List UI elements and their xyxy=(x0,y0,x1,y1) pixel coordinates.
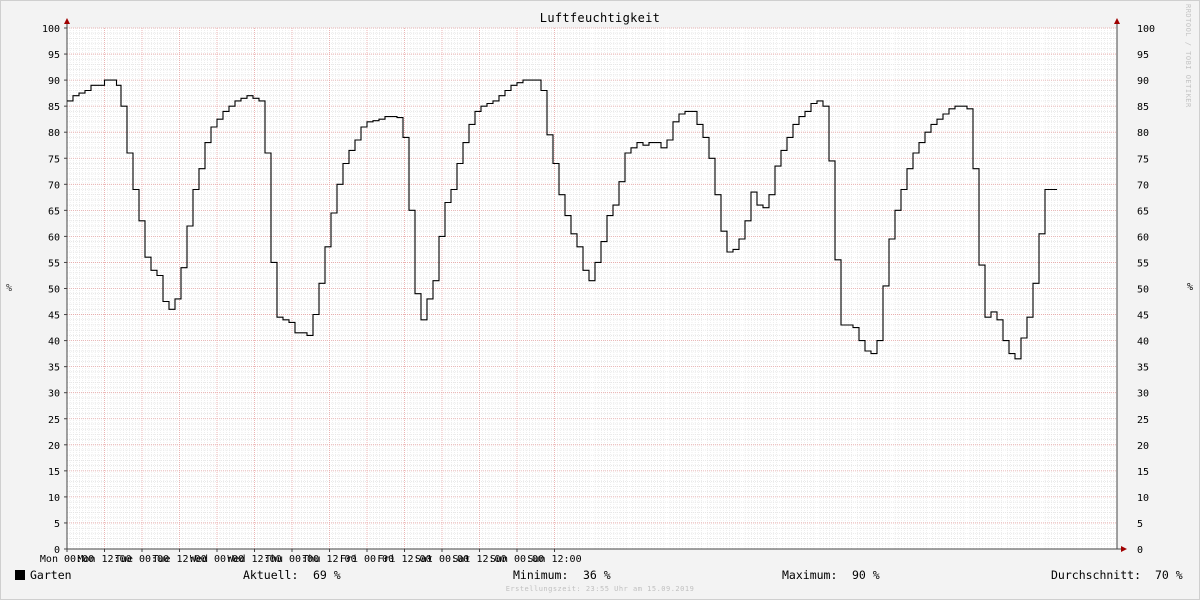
stat-max-label: Maximum: xyxy=(782,568,838,582)
y-tick-label-left: 30 xyxy=(48,389,60,400)
y-tick-label-left: 60 xyxy=(48,232,60,243)
stat-avg-label: Durchschnitt: xyxy=(1051,568,1142,582)
y-tick-label-left: 5 xyxy=(54,519,60,530)
y-tick-label-left: 25 xyxy=(48,415,60,426)
y-tick-label-left: 40 xyxy=(48,337,60,348)
y-tick-label-left: 95 xyxy=(48,50,60,61)
stat-current-value: 69 % xyxy=(313,568,341,582)
y-tick-label-left: 70 xyxy=(48,180,60,191)
y-axis-arrow-left xyxy=(64,18,70,24)
y-tick-label-right: 50 xyxy=(1137,285,1149,296)
y-tick-label-right: 25 xyxy=(1137,415,1149,426)
x-tick-label: Sun 12:00 xyxy=(527,554,581,565)
x-axis-arrow xyxy=(1121,546,1127,552)
stat-min-label: Minimum: xyxy=(513,568,569,582)
y-tick-label-right: 15 xyxy=(1137,467,1149,478)
stat-avg-value: 70 % xyxy=(1155,568,1183,582)
creation-time-credit: Erstellungszeit: 23:55 Uhr am 15.09.2019 xyxy=(505,585,695,593)
y-axis-label-right: % xyxy=(1187,282,1193,293)
y-tick-label-left: 45 xyxy=(48,311,60,322)
y-tick-label-left: 75 xyxy=(48,154,60,165)
y-tick-label-right: 80 xyxy=(1137,128,1149,139)
y-tick-label-right: 40 xyxy=(1137,337,1149,348)
y-tick-label-right: 20 xyxy=(1137,441,1149,452)
legend-swatch-garten xyxy=(15,570,25,580)
y-tick-label-right: 85 xyxy=(1137,102,1149,113)
legend-label: Garten xyxy=(30,568,72,582)
y-tick-label-right: 35 xyxy=(1137,363,1149,374)
y-tick-label-left: 20 xyxy=(48,441,60,452)
y-tick-label-left: 15 xyxy=(48,467,60,478)
y-tick-label-left: 10 xyxy=(48,493,60,504)
y-tick-label-left: 35 xyxy=(48,363,60,374)
y-tick-label-right: 45 xyxy=(1137,311,1149,322)
y-tick-label-left: 100 xyxy=(42,24,60,35)
stat-min-value: 36 % xyxy=(583,568,611,582)
stat-current-label: Aktuell: xyxy=(243,568,299,582)
y-tick-label-right: 5 xyxy=(1137,519,1143,530)
y-tick-label-left: 50 xyxy=(48,285,60,296)
chart-plot: 0 05 510 1015 1520 2025 2530 3035 3540 4045 4550 50… xyxy=(40,18,1193,565)
y-axis-arrow-right xyxy=(1114,18,1120,24)
y-tick-label-left: 55 xyxy=(48,258,60,269)
y-tick-label-right: 30 xyxy=(1137,389,1149,400)
y-tick-label-right: 95 xyxy=(1137,50,1149,61)
y-tick-label-right: 10 xyxy=(1137,493,1149,504)
y-tick-label-right: 70 xyxy=(1137,180,1149,191)
stat-max-value: 90 % xyxy=(852,568,880,582)
y-tick-label-right: 65 xyxy=(1137,206,1149,217)
y-tick-label-right: 55 xyxy=(1137,258,1149,269)
y-tick-label-right: 0 xyxy=(1137,545,1143,556)
y-tick-label-left: 80 xyxy=(48,128,60,139)
y-tick-label-right: 90 xyxy=(1137,76,1149,87)
y-tick-label-left: 85 xyxy=(48,102,60,113)
y-tick-label-left: 65 xyxy=(48,206,60,217)
y-tick-label-right: 60 xyxy=(1137,232,1149,243)
y-tick-label-right: 100 xyxy=(1137,24,1155,35)
y-tick-label-right: 75 xyxy=(1137,154,1149,165)
y-tick-label-left: 90 xyxy=(48,76,60,87)
